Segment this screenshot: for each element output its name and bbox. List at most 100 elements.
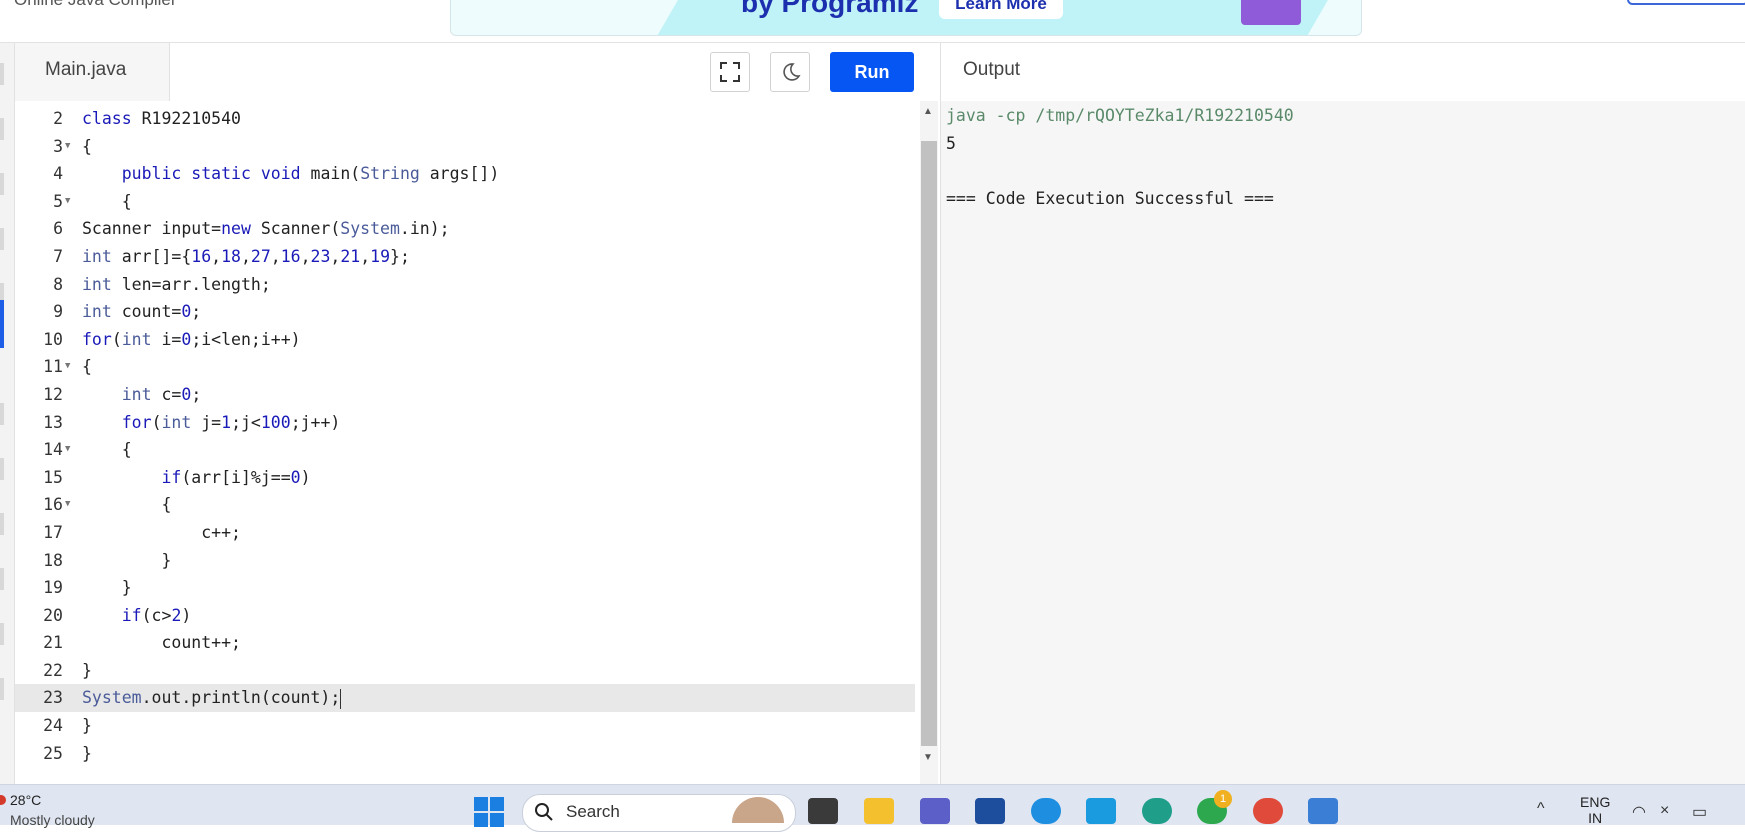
weather-description[interactable]: Mostly cloudy xyxy=(10,812,95,828)
rail-item[interactable] xyxy=(0,623,4,645)
search-label: Search xyxy=(566,802,620,821)
code-text: { xyxy=(82,357,92,377)
line-number: 12 xyxy=(43,384,63,404)
code-line[interactable]: 4 public static void main(String args[]) xyxy=(15,160,915,188)
wifi-icon[interactable]: ◠ xyxy=(1632,802,1646,822)
code-line[interactable]: 19 } xyxy=(15,574,915,602)
code-line[interactable]: 21 count++; xyxy=(15,629,915,657)
code-line[interactable]: 7 int arr[]={16,18,27,16,23,21,19}; xyxy=(15,243,915,271)
code-line[interactable]: 17 c++; xyxy=(15,519,915,547)
code-text: { xyxy=(82,191,132,211)
fold-toggle-icon[interactable]: ▼ xyxy=(65,491,70,519)
code-text: Scanner input=new Scanner(System.in); xyxy=(82,219,450,239)
teams-icon[interactable] xyxy=(920,798,950,824)
code-line[interactable]: 8 int len=arr.length; xyxy=(15,271,915,299)
code-line[interactable]: 18 } xyxy=(15,547,915,575)
ad-banner[interactable]: by Programiz Learn More xyxy=(450,0,1362,36)
scroll-down-icon[interactable]: ▼ xyxy=(923,752,933,763)
theme-toggle-button[interactable] xyxy=(770,52,810,92)
ad-headline: by Programiz xyxy=(741,0,919,18)
code-line[interactable]: 12 int c=0; xyxy=(15,381,915,409)
file-explorer-icon[interactable] xyxy=(864,798,894,824)
help-icon[interactable] xyxy=(1031,798,1061,824)
code-line[interactable]: 10 for(int i=0;i<len;i++) xyxy=(15,326,915,354)
code-line[interactable]: 11 ▼ { xyxy=(15,353,915,381)
language-code: ENG xyxy=(1580,794,1611,810)
code-text: } xyxy=(82,716,92,736)
code-text: int c=0; xyxy=(121,384,202,404)
ad-graphic xyxy=(1241,0,1301,25)
myhp-icon[interactable] xyxy=(1086,798,1116,824)
output-blank xyxy=(946,157,1294,185)
code-text: } xyxy=(82,578,132,598)
code-line[interactable]: 20 if(c>2) xyxy=(15,602,915,630)
line-number: 4 xyxy=(53,164,63,184)
code-line[interactable]: 9 int count=0; xyxy=(15,298,915,326)
language-indicator[interactable]: ENG IN xyxy=(1580,794,1610,826)
line-number: 21 xyxy=(43,633,63,653)
code-line[interactable]: 13 for(int j=1;j<100;j++) xyxy=(15,409,915,437)
output-result: 5 xyxy=(946,133,956,153)
edge-icon[interactable] xyxy=(1142,798,1172,824)
line-number: 25 xyxy=(43,743,63,763)
top-right-button[interactable] xyxy=(1627,0,1745,5)
line-number: 13 xyxy=(43,412,63,432)
code-line[interactable]: 15 if(arr[i]%j==0) xyxy=(15,464,915,492)
windows-start-icon[interactable] xyxy=(474,797,504,827)
rail-item[interactable] xyxy=(0,513,4,535)
store-icon[interactable] xyxy=(975,798,1005,824)
code-text: if(arr[i]%j==0) xyxy=(161,467,311,487)
code-line[interactable]: 6 Scanner input=new Scanner(System.in); xyxy=(15,215,915,243)
rail-item[interactable] xyxy=(0,403,4,425)
output-status: === Code Execution Successful === xyxy=(946,188,1274,208)
rail-item[interactable] xyxy=(0,458,4,480)
weather-temperature[interactable]: 28°C xyxy=(10,792,41,808)
fold-toggle-icon[interactable]: ▼ xyxy=(65,436,70,464)
line-number: 16 xyxy=(43,495,63,515)
fold-toggle-icon[interactable]: ▼ xyxy=(65,188,70,216)
line-number: 22 xyxy=(43,660,63,680)
chrome-icon[interactable] xyxy=(1253,798,1283,824)
rail-item[interactable] xyxy=(0,228,4,250)
code-text: } xyxy=(82,550,172,570)
code-text: { xyxy=(82,440,132,460)
chevron-up-icon[interactable]: ^ xyxy=(1537,800,1545,818)
run-button[interactable]: Run xyxy=(830,52,914,92)
code-line[interactable]: 25} xyxy=(15,740,915,768)
rail-item[interactable] xyxy=(0,678,4,700)
scroll-up-icon[interactable]: ▲ xyxy=(923,106,933,117)
photos-icon[interactable] xyxy=(1308,798,1338,824)
rail-item[interactable] xyxy=(0,118,4,140)
code-line[interactable]: 14 ▼ { xyxy=(15,436,915,464)
fullscreen-button[interactable] xyxy=(710,52,750,92)
battery-icon[interactable]: ▭ xyxy=(1692,802,1707,822)
fold-toggle-icon[interactable]: ▼ xyxy=(65,353,70,381)
whatsapp-badge: 1 xyxy=(1214,790,1232,808)
code-text: count++; xyxy=(82,633,241,653)
code-line[interactable]: 16 ▼ { xyxy=(15,491,915,519)
rail-item[interactable] xyxy=(0,173,4,195)
output-command: java -cp /tmp/rQOYTeZka1/R192210540 xyxy=(946,106,1294,125)
line-number: 11 xyxy=(43,357,63,377)
mute-icon[interactable]: × xyxy=(1660,802,1669,820)
task-view-icon[interactable] xyxy=(808,798,838,824)
line-number: 18 xyxy=(43,550,63,570)
learn-more-button[interactable]: Learn More xyxy=(939,0,1063,19)
site-title: Online Java Compiler xyxy=(14,0,177,10)
code-text: { xyxy=(82,136,92,156)
rail-item[interactable] xyxy=(0,63,4,85)
code-line[interactable]: 5 ▼ { xyxy=(15,188,915,216)
scrollbar-thumb[interactable] xyxy=(921,141,937,746)
code-editor[interactable]: 2 class R192210540 3 ▼{4 public static void… xyxy=(15,101,939,784)
code-line[interactable]: 24} xyxy=(15,712,915,740)
code-line[interactable]: 2 class R192210540 xyxy=(15,105,915,133)
code-line[interactable]: 23 System.out.println(count); xyxy=(15,684,915,713)
code-text: for(int j=1;j<100;j++) xyxy=(121,412,341,432)
code-text: class R192210540 xyxy=(82,109,241,128)
code-text: if(c>2) xyxy=(121,605,192,625)
rail-item[interactable] xyxy=(0,568,4,590)
code-line[interactable]: 22} xyxy=(15,657,915,685)
code-line[interactable]: 3 ▼ { xyxy=(15,133,915,161)
text-cursor xyxy=(340,688,342,709)
fold-toggle-icon[interactable]: ▼ xyxy=(65,133,70,161)
